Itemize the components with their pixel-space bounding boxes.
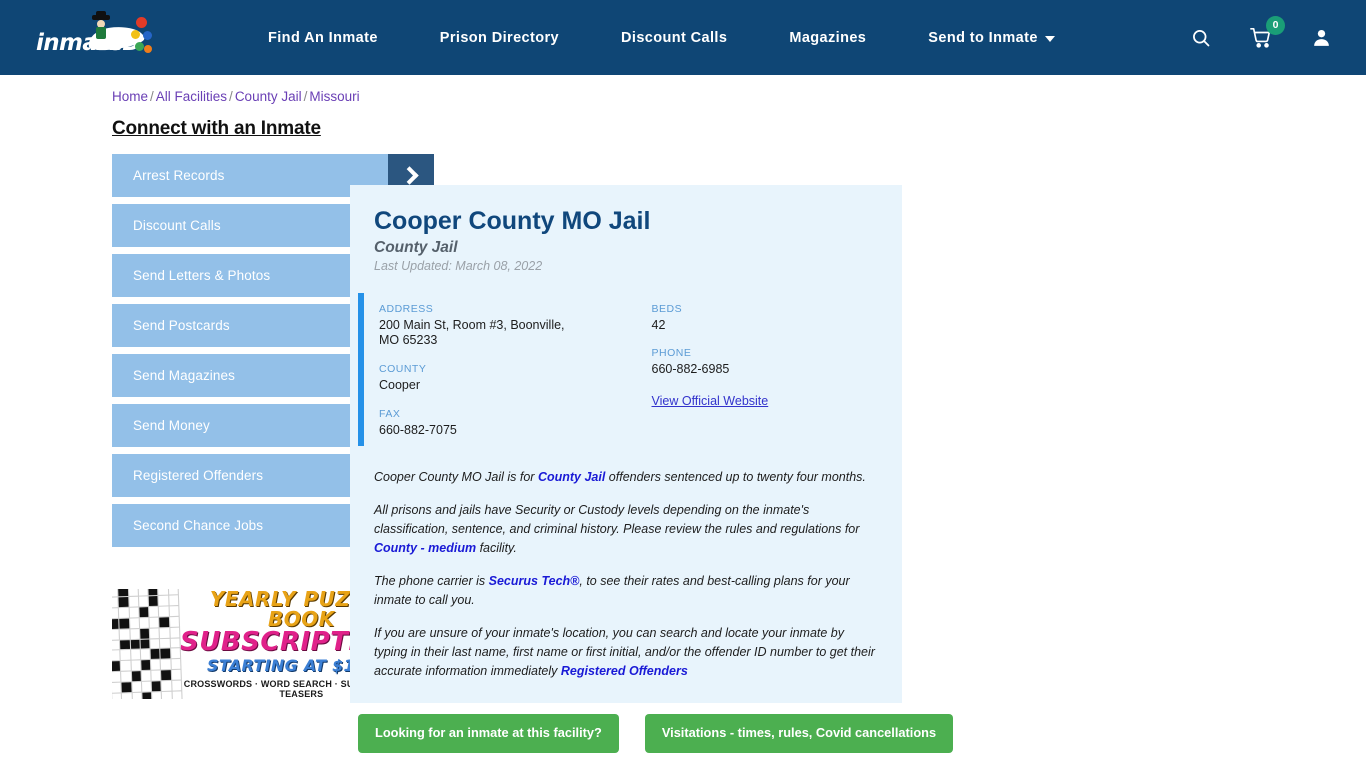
cart-icon[interactable]: 0 — [1248, 15, 1285, 51]
search-icon[interactable] — [1188, 25, 1214, 51]
facility-action-buttons: Looking for an inmate at this facility? … — [350, 714, 1366, 754]
sidebar-item-label: Send Postcards — [133, 318, 230, 333]
inmateaid-logo: inmate AID — [36, 10, 156, 61]
phone-block: PHONE 660-882-6985 — [652, 347, 879, 378]
website-block: View Official Website — [652, 392, 879, 410]
breadcrumb-separator: / — [303, 89, 308, 104]
description-paragraph-2: All prisons and jails have Security or C… — [374, 501, 878, 558]
address-value: 200 Main St, Room #3, Boonville, MO 6523… — [379, 317, 565, 348]
description-paragraph-1: Cooper County MO Jail is for County Jail… — [374, 468, 878, 487]
connect-with-inmate-heading: Connect with an Inmate — [112, 118, 321, 139]
description-paragraph-4: If you are unsure of your inmate's locat… — [374, 624, 878, 681]
sidebar-item-label: Send Money — [133, 418, 210, 433]
description-paragraph-3: The phone carrier is Securus Tech®, to s… — [374, 572, 878, 610]
breadcrumb-item-all-facilities[interactable]: All Facilities — [156, 89, 227, 104]
page-title: Cooper County MO Jail — [374, 207, 651, 235]
securus-tech-link[interactable]: Securus Tech® — [489, 574, 580, 588]
header-icon-group: 0 — [1188, 15, 1334, 51]
nav-label: Find An Inmate — [268, 29, 378, 46]
details-right-column: BEDS 42 PHONE 660-882-6985 View Official… — [629, 303, 879, 439]
breadcrumb-separator: / — [229, 89, 233, 104]
chevron-down-icon — [1044, 36, 1055, 42]
nav-label: Send to Inmate — [928, 29, 1038, 46]
details-left-column: ADDRESS 200 Main St, Room #3, Boonville,… — [379, 303, 629, 439]
sidebar-item-label: Arrest Records — [133, 168, 225, 183]
county-label: COUNTY — [379, 363, 427, 375]
p2-text-b: facility. — [476, 541, 517, 556]
breadcrumb: Home / All Facilities / County Jail / Missouri — [112, 89, 360, 104]
registered-offenders-link[interactable]: Registered Offenders — [561, 664, 688, 678]
address-label: ADDRESS — [379, 302, 434, 315]
nav-item-magazines[interactable]: Magazines — [789, 30, 866, 46]
logo-person-icon — [92, 10, 114, 41]
address-block: ADDRESS 200 Main St, Room #3, Boonville,… — [379, 303, 629, 349]
user-account-icon[interactable] — [1308, 25, 1334, 51]
nav-item-prison-directory[interactable]: Prison Directory — [440, 30, 559, 46]
accent-bar — [358, 292, 364, 447]
nav-item-send-to-inmate[interactable]: Send to Inmate — [928, 30, 1055, 46]
breadcrumb-item-county-jail[interactable]: County Jail — [235, 89, 302, 104]
nav-item-discount-calls[interactable]: Discount Calls — [621, 30, 727, 46]
phone-label: PHONE — [651, 347, 692, 360]
facility-details: ADDRESS 200 Main St, Room #3, Boonville,… — [350, 289, 902, 457]
last-updated-text: Last Updated: March 08, 2022 — [374, 258, 543, 273]
sidebar-item-label: Discount Calls — [133, 218, 221, 233]
cart-count-badge: 0 — [1266, 15, 1285, 35]
beds-label: BEDS — [651, 302, 683, 315]
page-body: Home / All Facilities / County Jail / Missouri… — [0, 75, 1366, 754]
facility-card-header: Cooper County MO Jail County Jail Last U… — [350, 185, 902, 289]
fax-label: FAX — [379, 407, 401, 420]
county-block: COUNTY Cooper — [379, 363, 629, 394]
sidebar-item-label: Registered Offenders — [133, 468, 264, 483]
logo-link[interactable]: inmate AID — [0, 10, 190, 61]
sidebar-item-label: Send Letters & Photos — [133, 268, 271, 283]
facility-info-card: Cooper County MO Jail County Jail Last U… — [350, 185, 902, 704]
inmate-search-button[interactable]: Looking for an inmate at this facility? — [358, 714, 619, 754]
p1-text-a: Cooper County MO Jail is for — [374, 470, 538, 485]
crossword-grid-graphic — [112, 589, 183, 699]
sidebar-item-label: Second Chance Jobs — [133, 518, 264, 533]
county-jail-link[interactable]: County Jail — [538, 470, 605, 484]
p1-text-b: offenders sentenced up to twenty four mo… — [605, 470, 866, 485]
logo-balloons-icon — [130, 16, 156, 59]
visitations-button[interactable]: Visitations - times, rules, Covid cancel… — [644, 714, 954, 754]
nav-label: Prison Directory — [439, 29, 560, 46]
phone-value: 660-882-6985 — [651, 362, 730, 377]
nav-item-find-an-inmate[interactable]: Find An Inmate — [268, 30, 378, 46]
site-header: inmate AID Find An Inmate Prison Directo… — [0, 0, 1366, 75]
main-navigation: Find An Inmate Prison Directory Discount… — [190, 30, 1142, 46]
county-medium-link[interactable]: County - medium — [374, 541, 476, 555]
fax-block: FAX 660-882-7075 — [379, 408, 629, 439]
county-value: Cooper — [379, 378, 420, 392]
beds-value: 42 — [651, 317, 666, 332]
breadcrumb-separator: / — [150, 89, 154, 104]
beds-block: BEDS 42 — [652, 303, 879, 334]
breadcrumb-item-home[interactable]: Home — [112, 89, 148, 104]
facility-type: County Jail — [374, 238, 458, 256]
p3-text-a: The phone carrier is — [374, 574, 489, 589]
fax-value: 660-882-7075 — [379, 422, 457, 437]
facility-description: Cooper County MO Jail is for County Jail… — [350, 456, 902, 681]
p2-text-a: All prisons and jails have Security or C… — [374, 503, 860, 537]
sidebar-item-label: Send Magazines — [133, 368, 235, 383]
nav-label: Discount Calls — [621, 29, 728, 46]
view-official-website-link[interactable]: View Official Website — [652, 394, 769, 408]
left-column: Home / All Facilities / County Jail / Missouri… — [0, 75, 434, 753]
right-column: Cooper County MO Jail County Jail Last U… — [350, 75, 1366, 754]
nav-label: Magazines — [789, 29, 867, 46]
